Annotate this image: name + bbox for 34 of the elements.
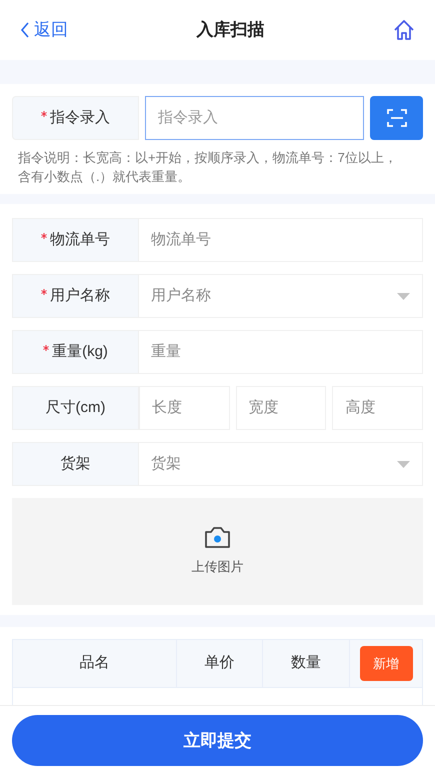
required-asterisk-icon: [41, 233, 47, 239]
instruction-note: 指令说明：长宽高：以+开始，按顺序录入，物流单号：7位以上，含有小数点（.）就代表重量。: [18, 149, 398, 186]
field-label: 用户名称: [50, 286, 110, 306]
dimension-input[interactable]: 长度: [139, 386, 230, 430]
text-input[interactable]: 物流单号: [139, 218, 423, 262]
required-asterisk-icon: [41, 289, 47, 295]
required-asterisk-icon: [41, 111, 47, 117]
field-label: 物流单号: [50, 230, 110, 250]
field-label: 货架: [60, 454, 90, 474]
back-link[interactable]: 返回: [20, 17, 68, 43]
column-header: 品名: [13, 640, 177, 687]
command-input[interactable]: 指令录入: [145, 96, 364, 140]
home-icon[interactable]: [393, 19, 415, 41]
dimension-input[interactable]: 宽度: [236, 386, 326, 430]
scan-button[interactable]: [370, 96, 423, 140]
column-header: 单价: [177, 640, 263, 687]
field-label: 尺寸(cm): [46, 398, 106, 418]
field-label: 指令录入: [50, 108, 110, 128]
dropdown-select[interactable]: 用户名称: [139, 274, 423, 318]
required-asterisk-icon: [43, 345, 50, 351]
column-header: 数量: [263, 640, 350, 687]
dropdown-caret-icon: [397, 460, 410, 468]
text-input[interactable]: 重量: [139, 330, 423, 374]
dimension-input[interactable]: 高度: [332, 386, 424, 430]
submit-button[interactable]: 立即提交: [12, 715, 423, 766]
upload-image-button[interactable]: 上传图片: [12, 498, 423, 605]
add-button[interactable]: 新增: [360, 646, 412, 681]
camera-icon: [204, 526, 231, 550]
field-label: 重量(kg): [52, 342, 108, 362]
dropdown-select[interactable]: 货架: [139, 442, 423, 486]
page-title: 入库扫描: [196, 19, 264, 42]
scan-icon: [386, 109, 406, 127]
chevron-left-icon: [20, 22, 30, 38]
dropdown-caret-icon: [397, 292, 410, 300]
